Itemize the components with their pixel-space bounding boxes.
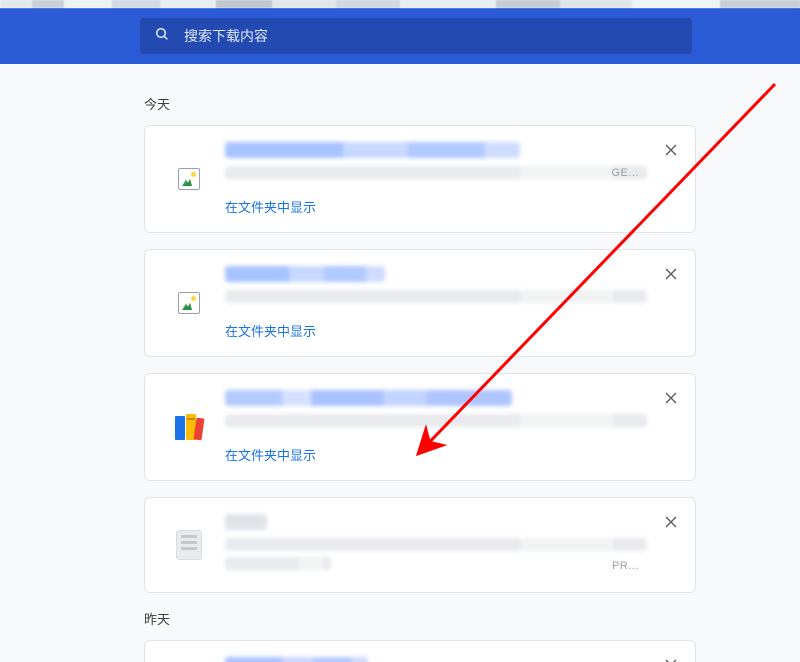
generic-file-icon <box>176 530 202 560</box>
download-item <box>144 640 696 662</box>
download-title-blurred[interactable] <box>225 266 385 282</box>
browser-tab-strip-cropped <box>0 0 800 8</box>
download-title-blurred[interactable] <box>225 514 267 530</box>
download-item: 在文件夹中显示 <box>144 249 696 357</box>
download-title-blurred[interactable] <box>225 657 368 662</box>
show-in-folder-link[interactable]: 在文件夹中显示 <box>225 321 647 340</box>
show-in-folder-link[interactable]: 在文件夹中显示 <box>225 197 647 216</box>
file-thumbnail <box>161 657 217 662</box>
close-icon <box>665 144 677 156</box>
download-title-blurred[interactable] <box>225 390 512 406</box>
archive-file-icon <box>175 414 203 440</box>
image-file-icon <box>178 292 200 314</box>
file-thumbnail <box>161 266 217 340</box>
download-path-blurred <box>225 538 647 551</box>
download-item: PR... <box>144 497 696 593</box>
show-in-folder-link[interactable]: 在文件夹中显示 <box>225 445 647 464</box>
download-title-blurred[interactable] <box>225 142 520 158</box>
path-suffix: GE... <box>611 167 639 179</box>
close-icon <box>665 392 677 404</box>
close-icon <box>665 268 677 280</box>
remove-button[interactable] <box>661 655 681 662</box>
section-label-yesterday: 昨天 <box>144 609 800 628</box>
download-path-blurred <box>225 290 647 303</box>
file-thumbnail <box>161 514 217 576</box>
remove-button[interactable] <box>661 388 681 408</box>
remove-button[interactable] <box>661 264 681 284</box>
close-icon <box>665 516 677 528</box>
file-thumbnail <box>161 390 217 464</box>
image-file-icon <box>178 168 200 190</box>
download-item: GE... 在文件夹中显示 <box>144 125 696 233</box>
downloads-list-container: 今天 GE... 在文件夹中显示 在文件夹中显示 <box>0 64 800 662</box>
search-input[interactable] <box>184 28 678 44</box>
downloads-header <box>0 8 800 64</box>
download-path-blurred <box>225 557 331 570</box>
path-suffix: PR... <box>612 560 639 572</box>
download-path-blurred <box>225 414 647 427</box>
remove-button[interactable] <box>661 140 681 160</box>
section-label-today: 今天 <box>144 94 800 113</box>
file-thumbnail <box>161 142 217 216</box>
search-icon <box>154 26 170 47</box>
download-item: 在文件夹中显示 <box>144 373 696 481</box>
download-path-blurred <box>225 166 647 179</box>
remove-button[interactable] <box>661 512 681 532</box>
search-bar[interactable] <box>140 18 692 54</box>
